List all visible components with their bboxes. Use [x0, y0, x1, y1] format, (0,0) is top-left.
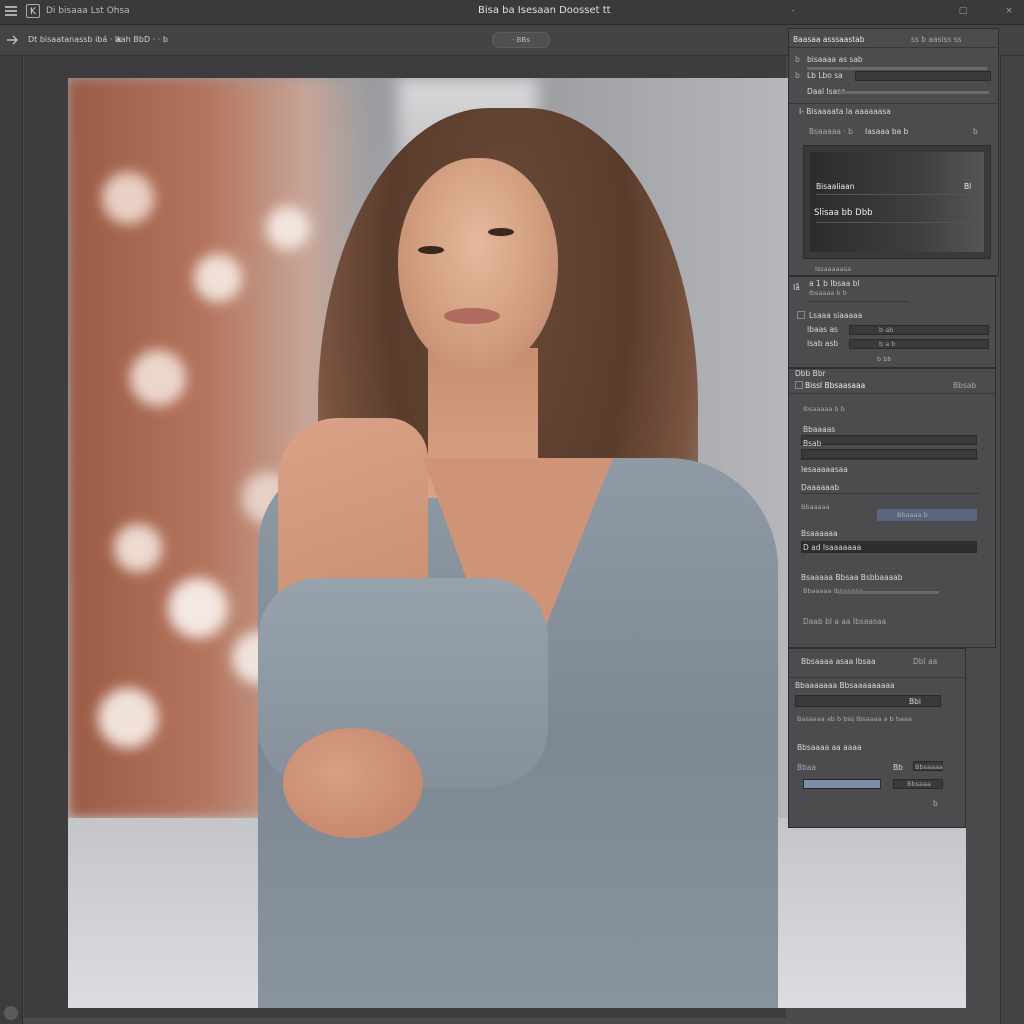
section-heading: Bbaaaaaaa Bbsaaaaaaaaa [795, 681, 895, 690]
panel-properties-footer: Daab bl a aa Ibsaasaa [803, 617, 887, 626]
group-label: Bbaaaaa [801, 503, 830, 511]
list-item[interactable]: Lsaaa siaaaaa [809, 311, 862, 320]
panel-properties-sub: Ibsaaaaa b b [803, 405, 845, 413]
row-field[interactable] [849, 339, 989, 349]
panel-properties-title[interactable]: Bissl Bbsaasaaa [805, 381, 865, 390]
preview-value: Bl [964, 182, 972, 191]
list-item[interactable]: Lb Lbo sa [807, 71, 843, 80]
preview-label: Bisaaliaan [816, 182, 855, 191]
small-field-label: Bbsaaa [907, 780, 931, 788]
lock-icon[interactable]: Iå [793, 283, 800, 292]
minimize-button[interactable]: - [788, 6, 798, 16]
list-item[interactable]: Isab asb [807, 339, 838, 348]
expand-icon[interactable] [795, 381, 803, 389]
panel-middle-footer: b bb [877, 355, 892, 363]
group-heading: Bbsaaaa aa aaaa [797, 743, 862, 752]
tool-options-value[interactable]: aah BbD · · b [116, 35, 168, 44]
list-item[interactable]: Ibaas as [807, 325, 838, 334]
title-bar: K Di bisaaa Lst Ohsa Bisa ba Isesaan Doo… [0, 0, 1024, 25]
document-name: Di bisaaa Lst Ohsa [46, 6, 130, 16]
panel-top-title[interactable]: Baasaa asssaastab [793, 35, 865, 44]
tool-preset-icon[interactable] [6, 35, 18, 45]
window-title: Bisa ba Isesaan Doosset tt [478, 5, 611, 16]
field-value[interactable]: Bb [893, 763, 903, 772]
panel-middle: Iå a 1 b Ibsaa bl Ibsaaaa b b Lsaaa siaa… [788, 276, 996, 368]
panel-top-menu[interactable]: ss b aasiss ss [911, 35, 962, 44]
panel-properties-tab[interactable]: Bbsab [953, 381, 976, 390]
right-panel-dock [1000, 56, 1024, 1024]
select-value[interactable]: Iasaaa ba b [865, 127, 908, 136]
color-picker-bar[interactable] [803, 779, 881, 789]
small-field-label: Bbsaaaa [915, 763, 943, 771]
photo-eye-right [488, 228, 514, 236]
preview-swatch[interactable] [810, 152, 984, 252]
list-item[interactable]: bisaaaa as sab [807, 55, 863, 64]
row-icon: b [795, 55, 800, 64]
panel-bottom-menu[interactable]: Dbl aa [913, 657, 937, 666]
field-label: Bbaaaas [803, 425, 836, 434]
tool-options-label[interactable]: Dt bisaatanassb ibá · lk [28, 35, 122, 44]
panel-top-footer: Issaaaaasa [815, 265, 851, 273]
settings-icon[interactable] [4, 1006, 18, 1020]
photo-face [398, 158, 558, 373]
preview-frame: Bisaaliaan Bl Slisaa bb Dbb [803, 145, 991, 259]
photo-lips [444, 308, 500, 324]
app-logo: K [26, 4, 40, 18]
section-heading: I- Bisaaaata la aaaaaasa [799, 107, 891, 116]
panel-bottom-title[interactable]: Bbsaaaa asaa lbsaa [801, 657, 876, 666]
close-button[interactable]: × [1004, 6, 1014, 16]
row-field[interactable] [849, 325, 989, 335]
field-label: Bbaa [797, 763, 817, 772]
maximize-button[interactable]: □ [958, 6, 968, 16]
row-icon: b [795, 71, 800, 80]
info-text: Basaaaa ab b bss Ibsaaaa a b baaa [797, 715, 912, 723]
slider-track[interactable] [855, 71, 991, 81]
panel-middle-title[interactable]: a 1 b Ibsaa bl [809, 279, 860, 288]
field-label: Bsab [803, 439, 822, 448]
panel-caption: Dbb Bbr [795, 369, 826, 378]
group-label: Bsaaaaaa [801, 529, 838, 538]
left-toolbar [0, 56, 23, 1024]
photo-hand [283, 728, 423, 838]
row-value: b ab [879, 326, 894, 334]
chevron-down-icon[interactable]: b [973, 127, 978, 136]
preview-label-2: Slisaa bb Dbb [814, 208, 873, 218]
field-value: Bbi [909, 697, 921, 706]
color-value: Bbaaaa b [897, 511, 928, 519]
page-number: b [933, 799, 938, 808]
checkbox[interactable] [797, 311, 805, 319]
photo-eye-left [418, 246, 444, 254]
panel-bottom: Bbsaaaa asaa lbsaa Dbl aa Bbaaaaaaa Bbsa… [788, 648, 966, 828]
panel-top: Baasaa asssaastab ss b aasiss ss b bisaa… [788, 28, 999, 276]
group-heading: Iesaaaaasaa [801, 465, 848, 474]
panel-properties: Dbb Bbr Bissl Bbsaasaaa Bbsab Ibsaaaaa b… [788, 368, 996, 648]
dropdown-value: D ad Isaaaaaaa [803, 543, 862, 552]
row-value: b a b [879, 340, 896, 348]
property-field[interactable] [801, 435, 977, 445]
group-heading: Daaaaaab [801, 483, 840, 492]
group-heading: Bsaaaaa Bbsaa Bsbbaaaab [801, 573, 903, 582]
mode-toggle-button[interactable]: · BBs [492, 32, 550, 48]
property-field[interactable] [801, 449, 977, 459]
menu-icon[interactable] [4, 4, 18, 18]
select-label: Bsaaaaa · b [809, 127, 853, 136]
panel-middle-subtitle: Ibsaaaa b b [809, 289, 847, 297]
